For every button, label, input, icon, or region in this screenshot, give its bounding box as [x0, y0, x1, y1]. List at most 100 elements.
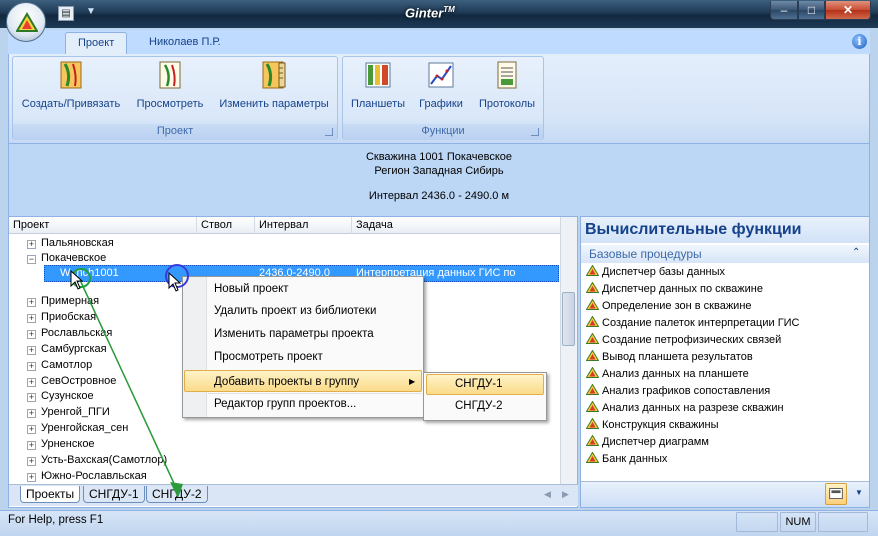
app-logo-icon [16, 12, 38, 32]
tree-item[interactable]: + Урненское [27, 436, 95, 452]
menu-item-edit-params[interactable]: Изменить параметры проекта [214, 324, 374, 344]
expand-icon[interactable]: + [27, 441, 36, 451]
function-item-label: Диспетчер базы данных [602, 266, 726, 278]
tree-item[interactable]: + Приобская [27, 309, 96, 325]
tree-item-expanded[interactable]: − Покачевское [27, 250, 106, 266]
quick-access-open-icon[interactable]: ▤ [58, 6, 74, 21]
expand-icon[interactable]: + [27, 329, 36, 339]
function-item[interactable]: Диспетчер базы данных [586, 264, 725, 281]
panel-view-button[interactable] [825, 483, 847, 505]
expand-icon[interactable]: + [27, 472, 36, 482]
tree-item[interactable]: + Самбургская [27, 341, 107, 357]
tree-item[interactable]: + Сузунское [27, 388, 94, 404]
tab-projects[interactable]: Проекты [20, 486, 81, 503]
expand-icon[interactable]: + [27, 240, 36, 249]
tree-item[interactable]: + Уренгойская_сен [27, 420, 128, 436]
submenu-item-sngdu-1[interactable]: СНГДУ-1 [455, 374, 503, 394]
tablets-icon [365, 62, 391, 88]
tree-item-label: Уренгой_ПГИ [41, 406, 110, 419]
tab-scroll-left-icon[interactable]: ◀ [544, 489, 551, 500]
tree-item[interactable]: + Усть-Вахская(Самотлор) [27, 452, 167, 468]
tab-scroll-right-icon[interactable]: ▶ [562, 489, 569, 500]
submenu-arrow-icon: ▶ [409, 377, 416, 386]
function-item[interactable]: Определение зон в скважине [586, 298, 752, 315]
tab-user[interactable]: Николаев П.Р. [137, 32, 233, 54]
column-project[interactable]: Проект [9, 217, 197, 234]
collapse-icon[interactable]: − [27, 255, 36, 264]
function-item[interactable]: Создание палеток интерпретации ГИС [586, 315, 800, 332]
tablets-button[interactable]: Планшеты [348, 60, 408, 110]
function-triangle-icon [586, 350, 599, 361]
window-title: GinterTM [405, 5, 455, 21]
panel-options-dropdown-icon[interactable]: ▼ [855, 488, 863, 497]
tree-item[interactable]: + СевОстровное [27, 373, 116, 389]
tree-item[interactable]: + Самотлор [27, 357, 92, 373]
function-triangle-icon [586, 418, 599, 429]
expand-icon[interactable]: + [27, 409, 36, 419]
maximize-button[interactable]: □ [798, 1, 825, 20]
edit-params-button[interactable]: Изменить параметры [215, 60, 333, 110]
function-item[interactable]: Диспетчер данных по скважине [586, 281, 763, 298]
expand-icon[interactable]: + [27, 457, 36, 466]
tree-item[interactable]: + Южно-Рославльская [27, 468, 147, 484]
tree-item-label: Пальяновская [41, 237, 114, 249]
column-task[interactable]: Задача [352, 217, 560, 234]
function-triangle-icon [586, 384, 599, 395]
tree-item[interactable]: + Рославльская [27, 325, 112, 341]
function-item[interactable]: Анализ данных на планшете [586, 366, 749, 383]
function-item[interactable]: Создание петрофизических связей [586, 332, 781, 349]
expand-icon[interactable]: + [27, 298, 36, 307]
minimize-button[interactable]: – [770, 1, 798, 20]
tree-item[interactable]: + Уренгой_ПГИ [27, 404, 110, 420]
quick-access-dropdown-icon[interactable]: ▼ [86, 6, 96, 17]
function-item[interactable]: Анализ графиков сопоставления [586, 383, 770, 400]
protocols-label: Протоколы [478, 98, 536, 110]
application-button[interactable] [6, 2, 46, 42]
help-info-icon[interactable]: i [852, 34, 867, 49]
context-menu-gutter [183, 277, 207, 417]
expand-icon[interactable]: + [27, 377, 36, 387]
expand-icon[interactable]: + [27, 313, 36, 323]
view-button[interactable]: Просмотреть [132, 60, 208, 110]
mouse-pointer-icon [168, 272, 182, 292]
menu-item-view-project[interactable]: Просмотреть проект [214, 347, 323, 367]
create-link-button[interactable]: Создать/Привязать [18, 60, 124, 110]
base-procedures-header[interactable]: Базовые процедуры [581, 245, 869, 263]
tab-project[interactable]: Проект [65, 32, 128, 54]
mouse-pointer-icon [70, 270, 84, 290]
tree-item[interactable]: + Пальяновская [27, 235, 114, 251]
function-item[interactable]: Диспетчер диаграмм [586, 434, 709, 451]
view-project-icon [159, 61, 181, 89]
tree-item-label: Самотлор [41, 358, 93, 371]
submenu-item-sngdu-2[interactable]: СНГДУ-2 [455, 396, 503, 416]
function-item-label: Определение зон в скважине [602, 300, 752, 312]
expand-icon[interactable]: + [27, 345, 36, 355]
menu-item-new-project[interactable]: Новый проект [214, 279, 289, 299]
tree-item-label: Южно-Рославльская [41, 469, 147, 482]
menu-item-add-to-group[interactable]: Добавить проекты в группу [214, 372, 359, 392]
function-item[interactable]: Анализ данных на разрезе скважин [586, 400, 784, 417]
close-button[interactable]: ✕ [825, 1, 871, 20]
function-item[interactable]: Банк данных [586, 451, 667, 468]
function-item[interactable]: Конструкция скважины [586, 417, 719, 434]
expand-icon[interactable]: + [27, 361, 36, 371]
expand-icon[interactable]: + [27, 425, 36, 435]
function-item-label: Анализ данных на разрезе скважин [602, 402, 784, 414]
expand-icon[interactable]: + [27, 393, 36, 403]
tab-sngdu-2[interactable]: СНГДУ-2 [146, 486, 208, 503]
tree-scrollbar[interactable] [560, 217, 577, 484]
column-trunk[interactable]: Ствол [197, 217, 255, 234]
group-launcher-functions-icon[interactable] [531, 128, 539, 136]
graphs-button[interactable]: Графики [414, 60, 468, 110]
function-triangle-icon [586, 316, 599, 327]
function-item[interactable]: Вывод планшета результатов [586, 349, 753, 366]
menu-item-group-editor[interactable]: Редактор групп проектов... [214, 394, 356, 414]
collapse-chevron-icon[interactable]: ⌃ [852, 247, 860, 258]
tree-item[interactable]: + Примерная [27, 293, 99, 309]
menu-item-delete-project[interactable]: Удалить проект из библиотеки [214, 301, 376, 321]
protocols-button[interactable]: Протоколы [474, 60, 540, 110]
group-launcher-project-icon[interactable] [325, 128, 333, 136]
tab-sngdu-1[interactable]: СНГДУ-1 [83, 486, 145, 503]
column-interval[interactable]: Интервал [255, 217, 352, 234]
scrollbar-thumb[interactable] [562, 292, 575, 346]
